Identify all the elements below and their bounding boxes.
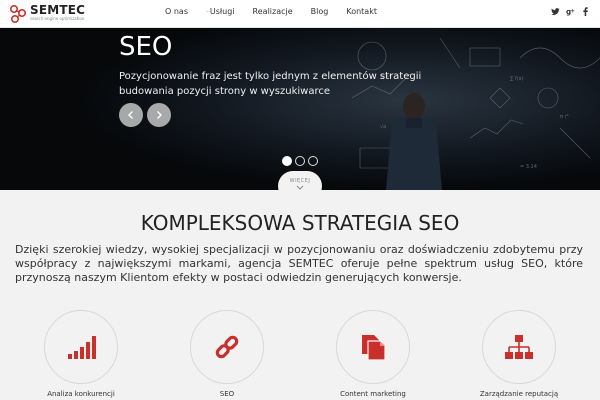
nav-item-label: Realizacje xyxy=(252,6,293,16)
logo[interactable]: SEMTEC search engine optimization xyxy=(8,3,92,24)
features-list: Analiza konkurencji SEO Content marketin… xyxy=(0,310,600,400)
logo-tagline: search engine optimization xyxy=(30,16,85,21)
more-label: WIĘCEJ xyxy=(289,178,311,184)
chevron-left-icon xyxy=(128,111,133,119)
slider-dot-2[interactable] xyxy=(295,156,305,166)
sitemap-icon xyxy=(505,335,533,359)
slider-dot-3[interactable] xyxy=(308,156,318,166)
nav-item-uslugi[interactable]: - Usługi xyxy=(206,7,235,16)
feature-label: Content marketing xyxy=(340,390,406,398)
strategy-section: KOMPLEKSOWA STRATEGIA SEO Dzięki szeroki… xyxy=(0,190,600,400)
nav-item-o-nas[interactable]: O nas xyxy=(165,7,188,16)
feature-circle[interactable] xyxy=(44,310,118,384)
submenu-dash-icon: - xyxy=(205,6,209,16)
chevron-right-icon xyxy=(157,111,162,119)
nav-item-label: Kontakt xyxy=(346,6,377,16)
feature-label: SEO xyxy=(219,390,235,398)
logo-text: SEMTEC xyxy=(30,3,86,17)
main-nav: O nas - Usługi Realizacje Blog Kontakt xyxy=(165,0,395,22)
slider-dot-1[interactable] xyxy=(282,156,292,166)
feature-seo[interactable]: SEO xyxy=(190,310,264,400)
facebook-icon[interactable] xyxy=(580,6,590,16)
nav-item-blog[interactable]: Blog xyxy=(311,7,329,16)
feature-label: Analiza konkurencji xyxy=(47,390,115,398)
svg-text:√a: √a xyxy=(380,124,386,130)
social-links: g + xyxy=(545,6,590,16)
svg-text:∑ f(x): ∑ f(x) xyxy=(510,76,524,82)
svg-text:+: + xyxy=(570,8,575,14)
documents-icon xyxy=(362,335,386,361)
nav-item-label: Blog xyxy=(310,6,329,16)
feature-zarzadzanie-reputacja[interactable]: Zarządzanie reputacją xyxy=(480,310,558,400)
nav-item-label: O nas xyxy=(165,6,188,16)
nav-item-kontakt[interactable]: Kontakt xyxy=(346,7,377,16)
section-description: Dzięki szerokiej wiedzy, wysokiej specja… xyxy=(15,243,583,284)
slider-prev-button[interactable] xyxy=(119,103,143,127)
svg-text:π r²: π r² xyxy=(560,114,569,120)
section-title: KOMPLEKSOWA STRATEGIA SEO xyxy=(140,211,460,235)
feature-circle[interactable] xyxy=(336,310,410,384)
feature-label: Zarządzanie reputacją xyxy=(479,390,559,398)
slider-pagination xyxy=(282,156,321,166)
slider-next-button[interactable] xyxy=(147,103,171,127)
chevron-down-icon xyxy=(296,185,304,190)
link-icon xyxy=(215,335,239,359)
scroll-more-button[interactable]: WIĘCEJ xyxy=(278,171,322,201)
logo-mark-icon xyxy=(9,4,27,24)
twitter-icon[interactable] xyxy=(550,6,560,16)
google-plus-icon[interactable]: g + xyxy=(565,6,575,16)
feature-circle[interactable] xyxy=(190,310,264,384)
feature-content-marketing[interactable]: Content marketing xyxy=(336,310,410,400)
site-header: SEMTEC search engine optimization O nas … xyxy=(0,0,600,28)
feature-circle[interactable] xyxy=(482,310,556,384)
nav-item-realizacje[interactable]: Realizacje xyxy=(253,7,293,16)
hero-slider: x²+y ∑ f(x) π r² √a = 3.14 SEO Pozycjono… xyxy=(0,28,600,190)
feature-analiza-konkurencji[interactable]: Analiza konkurencji xyxy=(44,310,118,400)
nav-item-label: Usługi xyxy=(209,6,235,16)
hero-title: SEO xyxy=(119,32,173,62)
hero-description: Pozycjonowanie fraz jest tylko jednym z … xyxy=(119,71,422,97)
svg-text:= 3.14: = 3.14 xyxy=(520,164,537,170)
bar-chart-icon xyxy=(68,336,96,359)
